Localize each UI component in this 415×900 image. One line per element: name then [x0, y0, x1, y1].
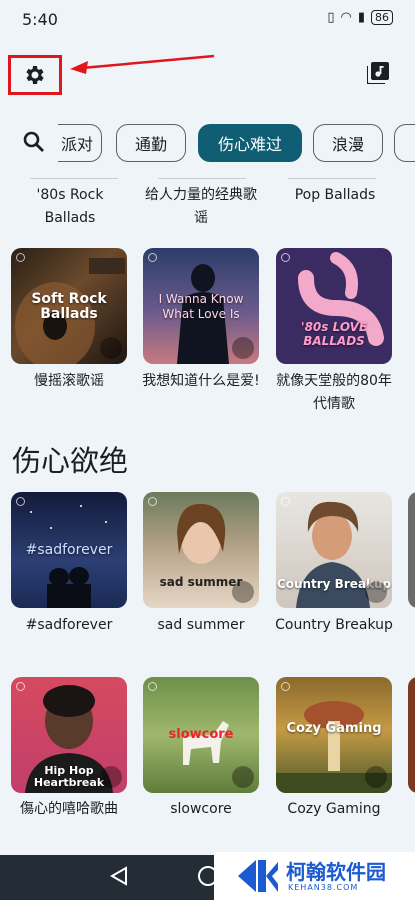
chip-romance[interactable]: 浪漫 — [313, 124, 383, 162]
playlist-caption[interactable]: sad summer — [140, 614, 262, 637]
wifi-icon: ◠ — [340, 10, 352, 25]
divider — [30, 178, 118, 179]
cover-title: '80s LOVE BALLADS — [300, 320, 368, 348]
source-dot — [148, 682, 157, 691]
cover-title: #sadforever — [25, 542, 113, 558]
playlist-card-80s-love[interactable]: '80s LOVE BALLADS — [276, 248, 392, 364]
playlist-card-country-breakup[interactable]: Country Breakup — [276, 492, 392, 608]
source-dot — [148, 253, 157, 262]
playlist-caption[interactable]: 我想知道什么是爱! — [140, 370, 262, 393]
settings-button[interactable] — [8, 55, 62, 95]
playlist-card-cozy-gaming[interactable]: Cozy Gaming — [276, 677, 392, 793]
source-dot — [16, 682, 25, 691]
playlist-card-slowcore[interactable]: slowcore — [143, 677, 259, 793]
cover-title: Soft Rock Ballads — [31, 291, 107, 322]
queue-icon[interactable] — [365, 581, 387, 603]
chip-commute[interactable]: 通勤 — [116, 124, 186, 162]
playlist-caption[interactable]: 傷心的嘻哈歌曲 — [8, 798, 130, 821]
queue-icon[interactable] — [100, 766, 122, 788]
kehan-logo-icon — [238, 860, 278, 892]
playlist-caption[interactable]: slowcore — [140, 798, 262, 821]
queue-icon[interactable] — [232, 581, 254, 603]
playlist-caption[interactable]: Country Breakup — [273, 614, 395, 637]
playlist-card-hip-hop-heartbreak[interactable]: Hip Hop Heartbreak — [11, 677, 127, 793]
cover-title: I Wanna Know What Love Is — [158, 292, 244, 321]
status-bar: 5:40 ▯ ◠ ▮ 86 — [0, 0, 415, 40]
watermark-title: 柯翰软件园 — [286, 859, 386, 884]
playlist-caption[interactable]: Cozy Gaming — [273, 798, 395, 821]
mood-chips: 派对 通勤 伤心难过 浪漫 — [0, 124, 415, 164]
status-icons: ▯ ◠ ▮ 86 — [327, 10, 393, 25]
queue-icon[interactable] — [365, 766, 387, 788]
queue-icon[interactable] — [100, 337, 122, 359]
playlist-card-i-wanna-know[interactable]: I Wanna Know What Love Is — [143, 248, 259, 364]
source-dot — [16, 497, 25, 506]
source-dot — [281, 253, 290, 262]
playlist-caption[interactable]: 就像天堂般的80年代情歌 — [273, 370, 395, 416]
gear-icon — [26, 66, 44, 84]
chip-sad[interactable]: 伤心难过 — [198, 124, 302, 162]
queue-icon[interactable] — [232, 766, 254, 788]
divider — [288, 178, 376, 179]
playlist-caption[interactable]: 慢摇滚歌谣 — [8, 370, 130, 393]
playlist-caption[interactable]: Pop Ballads — [276, 184, 394, 207]
source-dot — [16, 253, 25, 262]
playlist-card-next[interactable] — [408, 492, 415, 608]
chip-party[interactable]: 派对 — [58, 124, 102, 162]
section-title: 伤心欲绝 — [12, 444, 129, 478]
playlist-card-soft-rock[interactable]: Soft Rock Ballads — [11, 248, 127, 364]
playlist-caption[interactable]: '80s Rock Ballads — [16, 184, 124, 230]
playlist-card-sadforever[interactable]: #sadforever — [11, 492, 127, 608]
queue-icon[interactable] — [232, 337, 254, 359]
cover-title: slowcore — [168, 727, 234, 742]
back-icon[interactable] — [110, 866, 128, 886]
source-dot — [281, 682, 290, 691]
signal-icon: ▮ — [357, 10, 365, 25]
annotation-arrow — [70, 54, 215, 74]
vibrate-icon: ▯ — [327, 10, 335, 25]
divider — [158, 178, 246, 179]
cover-title: Cozy Gaming — [286, 721, 382, 736]
watermark-url: KEHAN38.COM — [288, 882, 359, 892]
battery-level: 86 — [371, 10, 393, 25]
playlist-card-next[interactable] — [408, 677, 415, 793]
chip-next[interactable] — [394, 124, 415, 162]
playlist-card-sad-summer[interactable]: sad summer — [143, 492, 259, 608]
status-time: 5:40 — [22, 10, 58, 29]
playlist-caption[interactable]: #sadforever — [8, 614, 130, 637]
source-dot — [148, 497, 157, 506]
source-dot — [281, 497, 290, 506]
music-library-icon[interactable] — [367, 62, 389, 84]
playlist-caption[interactable]: 给人力量的经典歌谣 — [140, 184, 262, 230]
watermark-logo: 柯翰软件园 KEHAN38.COM — [214, 852, 415, 900]
